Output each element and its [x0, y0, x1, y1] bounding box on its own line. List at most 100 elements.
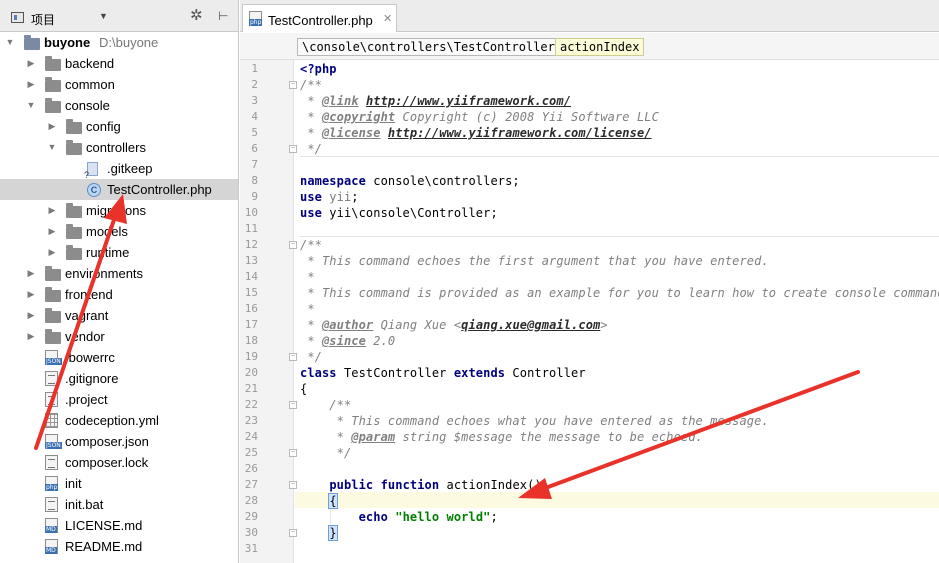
folder-icon	[66, 140, 82, 155]
tree-item-bowerrc[interactable]: JSON .bowerrc	[0, 347, 238, 368]
code-line-28: {	[300, 493, 338, 509]
code-line-12: /**	[300, 238, 322, 252]
php-file-icon: php	[249, 11, 263, 26]
folder-icon	[45, 56, 61, 71]
line-number: 24	[244, 430, 258, 443]
tree-item-label: vagrant	[65, 308, 109, 323]
tree-item-controllers[interactable]: ▼ controllers	[0, 137, 238, 158]
line-number: 28	[244, 494, 258, 507]
tree-item-console[interactable]: ▼ console	[0, 95, 238, 116]
tree-item-codeception-yml[interactable]: codeception.yml	[0, 410, 238, 431]
fold-marker-icon[interactable]: −	[289, 481, 297, 489]
close-icon[interactable]: ✕	[383, 12, 392, 25]
tree-item-config[interactable]: ▶ config	[0, 116, 238, 137]
tree-item-label: backend	[65, 56, 115, 71]
chevron-down-icon[interactable]: ▼	[26, 95, 36, 116]
fold-marker-icon[interactable]: −	[289, 353, 297, 361]
folder-icon	[66, 203, 82, 218]
tree-item-composer-json[interactable]: JSON composer.json	[0, 431, 238, 452]
unknown-file-icon	[84, 162, 98, 186]
folder-icon	[66, 224, 82, 239]
tree-item-readme-md[interactable]: MD README.md	[0, 536, 238, 557]
matched-brace: }	[328, 525, 338, 541]
chevron-right-icon[interactable]: ▶	[26, 263, 36, 284]
tree-item-label: codeception.yml	[65, 413, 159, 428]
chevron-right-icon[interactable]: ▶	[26, 305, 36, 326]
line-number: 26	[244, 462, 258, 475]
php-file-icon: php	[45, 476, 59, 491]
fold-marker-icon[interactable]: −	[289, 449, 297, 457]
folder-icon	[66, 119, 82, 134]
tree-item-vagrant[interactable]: ▶ vagrant	[0, 305, 238, 326]
code-line-21: {	[300, 382, 308, 396]
chevron-down-icon[interactable]: ▼	[5, 32, 15, 53]
hide-panel-icon[interactable]: ⊢	[218, 9, 228, 23]
editor-tab-bar: php TestController.php ✕	[240, 0, 939, 32]
tree-item-label: .project	[65, 392, 108, 407]
yml-file-icon	[45, 413, 58, 428]
fold-marker-icon[interactable]: −	[289, 145, 297, 153]
chevron-right-icon[interactable]: ▶	[47, 116, 57, 137]
fold-marker-icon[interactable]: −	[289, 241, 297, 249]
code-line-13: * This command echoes the first argument…	[300, 254, 769, 268]
tree-item-models[interactable]: ▶ models	[0, 221, 238, 242]
folder-icon	[45, 329, 61, 344]
line-number: 16	[244, 302, 258, 315]
chevron-right-icon[interactable]: ▶	[26, 53, 36, 74]
tree-item-backend[interactable]: ▶ backend	[0, 53, 238, 74]
fold-marker-icon[interactable]: −	[289, 529, 297, 537]
tree-item-license-md[interactable]: MD LICENSE.md	[0, 515, 238, 536]
tree-item-migrations[interactable]: ▶ migrations	[0, 200, 238, 221]
line-number: 30	[244, 526, 258, 539]
line-number: 6	[251, 142, 258, 155]
folder-icon	[45, 77, 61, 92]
breadcrumb-class[interactable]: \console\controllers\TestController	[297, 38, 560, 56]
tree-item-label: console	[65, 98, 110, 113]
tree-item-gitkeep[interactable]: .gitkeep	[0, 158, 238, 186]
chevron-right-icon[interactable]: ▶	[26, 326, 36, 347]
tree-item-gitignore[interactable]: .gitignore	[0, 368, 238, 389]
code-line-4: * @copyright Copyright (c) 2008 Yii Soft…	[300, 110, 659, 124]
tree-item-common[interactable]: ▶ common	[0, 74, 238, 95]
tree-item-buyone[interactable]: ▼ buyone D:\buyone	[0, 32, 238, 53]
chevron-right-icon[interactable]: ▶	[26, 74, 36, 95]
tree-item-environments[interactable]: ▶ environments	[0, 263, 238, 284]
fold-marker-icon[interactable]: −	[289, 401, 297, 409]
code-line-8: namespace console\controllers;	[300, 174, 520, 188]
gear-icon[interactable]: ✲	[190, 8, 203, 24]
chevron-right-icon[interactable]: ▶	[47, 200, 57, 221]
tree-item-label: TestController.php	[107, 182, 212, 197]
chevron-down-icon[interactable]: ▼	[47, 137, 57, 158]
code-line-3: * @link http://www.yiiframework.com/	[300, 94, 572, 108]
tree-item-testcontroller-php[interactable]: C TestController.php	[0, 179, 238, 200]
code-line-15: * This command is provided as an example…	[300, 286, 939, 300]
tree-item-frontend[interactable]: ▶ frontend	[0, 284, 238, 305]
code-line-10: use yii\console\Controller;	[300, 206, 498, 220]
project-panel: 项目 ▼ ✲ ⊢ ▼ buyone D:\buyone ▶ backend ▶ common…	[0, 0, 239, 563]
breadcrumb-method[interactable]: actionIndex	[555, 38, 645, 56]
editor-tab-testcontroller[interactable]: php TestController.php ✕	[242, 4, 397, 32]
fold-marker-icon[interactable]: −	[289, 81, 297, 89]
tree-item-composer-lock[interactable]: composer.lock	[0, 452, 238, 473]
code-line-5: * @license http://www.yiiframework.com/l…	[300, 126, 652, 140]
view-dropdown-icon[interactable]: ▼	[99, 11, 108, 21]
folder-icon	[45, 287, 61, 302]
chevron-right-icon[interactable]: ▶	[47, 221, 57, 242]
tree-item-init-bat[interactable]: init.bat	[0, 494, 238, 515]
line-number: 10	[244, 206, 258, 219]
project-view-title[interactable]: 项目	[31, 11, 55, 28]
tree-item-vendor[interactable]: ▶ vendor	[0, 326, 238, 347]
json-file-icon: JSON	[45, 434, 62, 449]
line-number: 27	[244, 478, 258, 491]
chevron-right-icon[interactable]: ▶	[47, 242, 57, 263]
tree-item-label: migrations	[86, 203, 146, 218]
tree-item-init[interactable]: php init	[0, 473, 238, 494]
line-number: 14	[244, 270, 258, 283]
md-file-icon: MD	[45, 539, 58, 554]
tree-item-runtime[interactable]: ▶ runtime	[0, 242, 238, 263]
project-view-icon	[11, 12, 24, 23]
chevron-right-icon[interactable]: ▶	[26, 284, 36, 305]
code-line-27: public function actionIndex()	[329, 478, 542, 492]
tree-item-project[interactable]: .project	[0, 389, 238, 410]
breadcrumb: \console\controllers\TestController acti…	[240, 33, 939, 60]
